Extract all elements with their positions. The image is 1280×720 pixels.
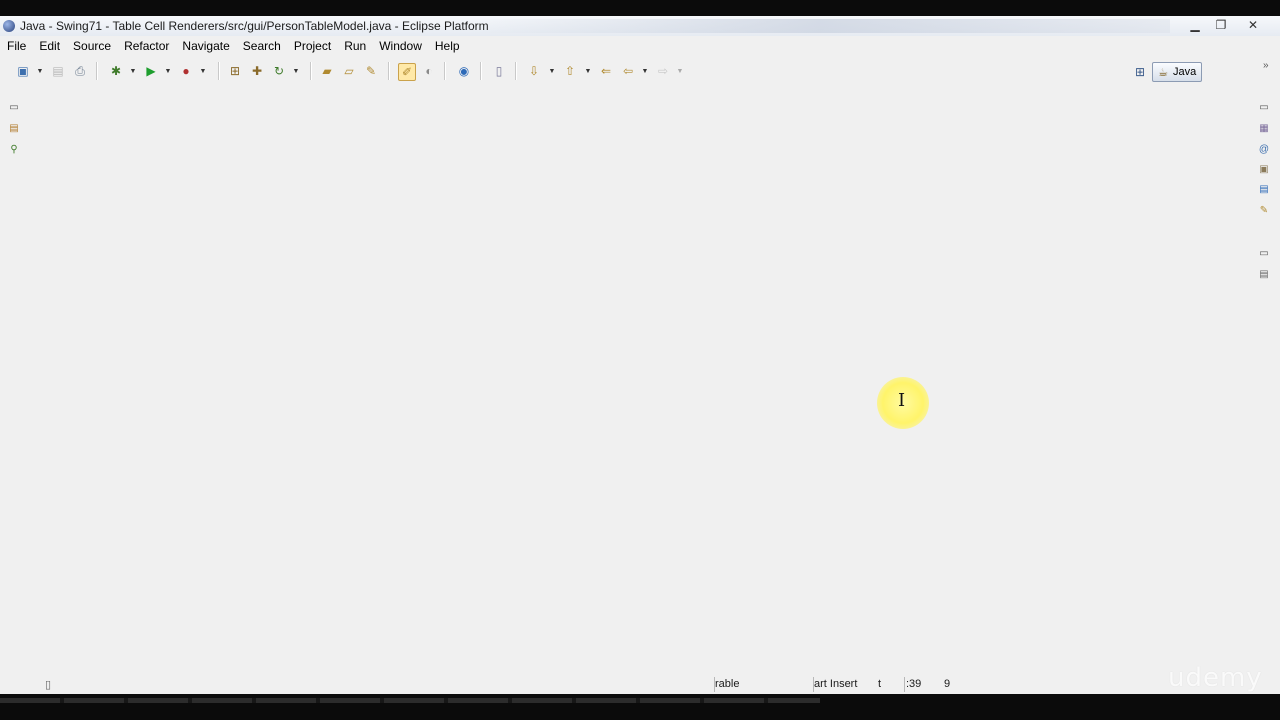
status-insert-mode: art Insert [814, 678, 858, 690]
menu-navigate[interactable]: Navigate [175, 39, 235, 53]
menu-run[interactable]: Run [337, 39, 372, 53]
menu-file[interactable]: File [0, 39, 32, 53]
right-trim-restore-icon[interactable]: ▭ [1257, 100, 1271, 114]
run-dropdown-arrow[interactable]: ▼ [164, 66, 172, 76]
block-selection-icon[interactable]: ▯ [491, 63, 507, 79]
debug-icon[interactable]: ✱ [108, 63, 124, 79]
refresh-dropdown-arrow[interactable]: ▼ [292, 66, 300, 76]
forward-dropdown-arrow[interactable]: ▼ [676, 66, 684, 76]
tasks-icon[interactable]: ✎ [1257, 203, 1271, 217]
new-java-class-icon[interactable]: ✚ [249, 63, 265, 79]
open-task-icon[interactable]: ▱ [341, 63, 357, 79]
toolbar-separator [96, 62, 98, 80]
taskbar-buttons-strip [0, 698, 820, 703]
left-trim-restore-icon[interactable]: ▭ [7, 100, 21, 114]
java-perspective-label: Java [1173, 66, 1197, 78]
toolbar-separator [310, 62, 312, 80]
new-wizard-icon[interactable]: ▣ [15, 63, 31, 79]
toolbar-separator [218, 62, 220, 80]
forward-icon[interactable]: ⇨ [655, 63, 671, 79]
status-position-c: 9 [944, 678, 951, 690]
toolbar-separator [480, 62, 482, 80]
search-icon[interactable]: ✎ [363, 63, 379, 79]
menu-refactor[interactable]: Refactor [117, 39, 175, 53]
package-explorer-icon[interactable]: ▤ [7, 121, 21, 135]
problems-icon[interactable]: ▤ [1257, 182, 1271, 196]
next-annotation-dropdown-arrow[interactable]: ▼ [548, 66, 556, 76]
video-letterbox-top [0, 0, 1280, 16]
toolbar-separator [388, 62, 390, 80]
window-title: Java - Swing71 - Table Cell Renderers/sr… [20, 19, 489, 33]
open-type-icon[interactable]: ▰ [319, 63, 335, 79]
save-icon[interactable]: ▤ [50, 63, 66, 79]
hierarchy-icon[interactable]: ⚲ [7, 142, 21, 156]
declaration-icon[interactable]: ▣ [1257, 162, 1271, 176]
previous-annotation-icon[interactable]: ⇧ [562, 63, 578, 79]
udemy-watermark: udemy [1168, 663, 1263, 693]
last-edit-location-icon[interactable]: ⇐ [598, 63, 614, 79]
toggle-mark-occurrences-icon[interactable]: ✐ [398, 63, 416, 81]
new-dropdown-arrow[interactable]: ▼ [36, 66, 44, 76]
java-perspective-button[interactable]: ☕ Java [1152, 62, 1202, 82]
debug-dropdown-arrow[interactable]: ▼ [129, 66, 137, 76]
status-writable: rable [715, 678, 740, 690]
outline-icon[interactable]: ▦ [1257, 121, 1271, 135]
next-annotation-icon[interactable]: ⇩ [526, 63, 542, 79]
status-position-a: t [878, 678, 882, 690]
close-button[interactable]: ✕ [1238, 16, 1268, 34]
status-bar: ▯ rable art Insert t :39 9 [0, 674, 1280, 694]
open-perspective-icon[interactable]: ⊞ [1132, 64, 1148, 80]
window-titlebar[interactable]: Java - Swing71 - Table Cell Renderers/sr… [0, 16, 1280, 36]
show-whitespace-icon[interactable]: ◐ [421, 63, 437, 79]
eclipse-app-icon [3, 20, 15, 32]
menu-edit[interactable]: Edit [32, 39, 66, 53]
menu-window[interactable]: Window [372, 39, 428, 53]
status-separator [904, 677, 905, 692]
text-cursor-icon: I [898, 390, 906, 411]
print-icon[interactable]: ⎙ [72, 63, 88, 79]
new-java-package-icon[interactable]: ⊞ [227, 63, 243, 79]
web-browser-icon[interactable]: ◉ [456, 63, 472, 79]
menu-source[interactable]: Source [66, 39, 117, 53]
fast-view-icon[interactable]: ▯ [45, 678, 51, 691]
javadoc-icon[interactable]: @ [1257, 142, 1271, 156]
external-tools-dropdown-arrow[interactable]: ▼ [199, 66, 207, 76]
menu-help[interactable]: Help [428, 39, 466, 53]
back-icon[interactable]: ⇦ [620, 63, 636, 79]
toolbar-chevron-icon[interactable]: » [1263, 60, 1269, 71]
bottom-trim-restore-icon[interactable]: ▭ [1257, 246, 1271, 260]
toolbar-separator [444, 62, 446, 80]
menu-search[interactable]: Search [236, 39, 287, 53]
status-position-b: :39 [906, 678, 922, 690]
perspective-switcher: ⊞ ☕ Java [1100, 60, 1270, 84]
maximize-button[interactable]: ❐ [1206, 16, 1236, 34]
refresh-icon[interactable]: ↻ [271, 63, 287, 79]
java-perspective-icon: ☕ [1158, 66, 1168, 79]
menu-project[interactable]: Project [287, 39, 337, 53]
previous-annotation-dropdown-arrow[interactable]: ▼ [584, 66, 592, 76]
menu-bar: File Edit Source Refactor Navigate Searc… [0, 37, 1280, 55]
main-toolbar: ▣ ▼ ▤ ⎙ ✱ ▼ ▶ ▼ ● ▼ ⊞ ✚ ↻ ▼ ▰ ▱ ✎ ✐ ◐ ◉ … [0, 58, 1280, 84]
titlebar-background-blur [470, 19, 1170, 33]
back-dropdown-arrow[interactable]: ▼ [641, 66, 649, 76]
console-icon[interactable]: ▤ [1257, 267, 1271, 281]
external-tools-icon[interactable]: ● [178, 63, 194, 79]
run-icon[interactable]: ▶ [143, 63, 159, 79]
toolbar-separator [515, 62, 517, 80]
